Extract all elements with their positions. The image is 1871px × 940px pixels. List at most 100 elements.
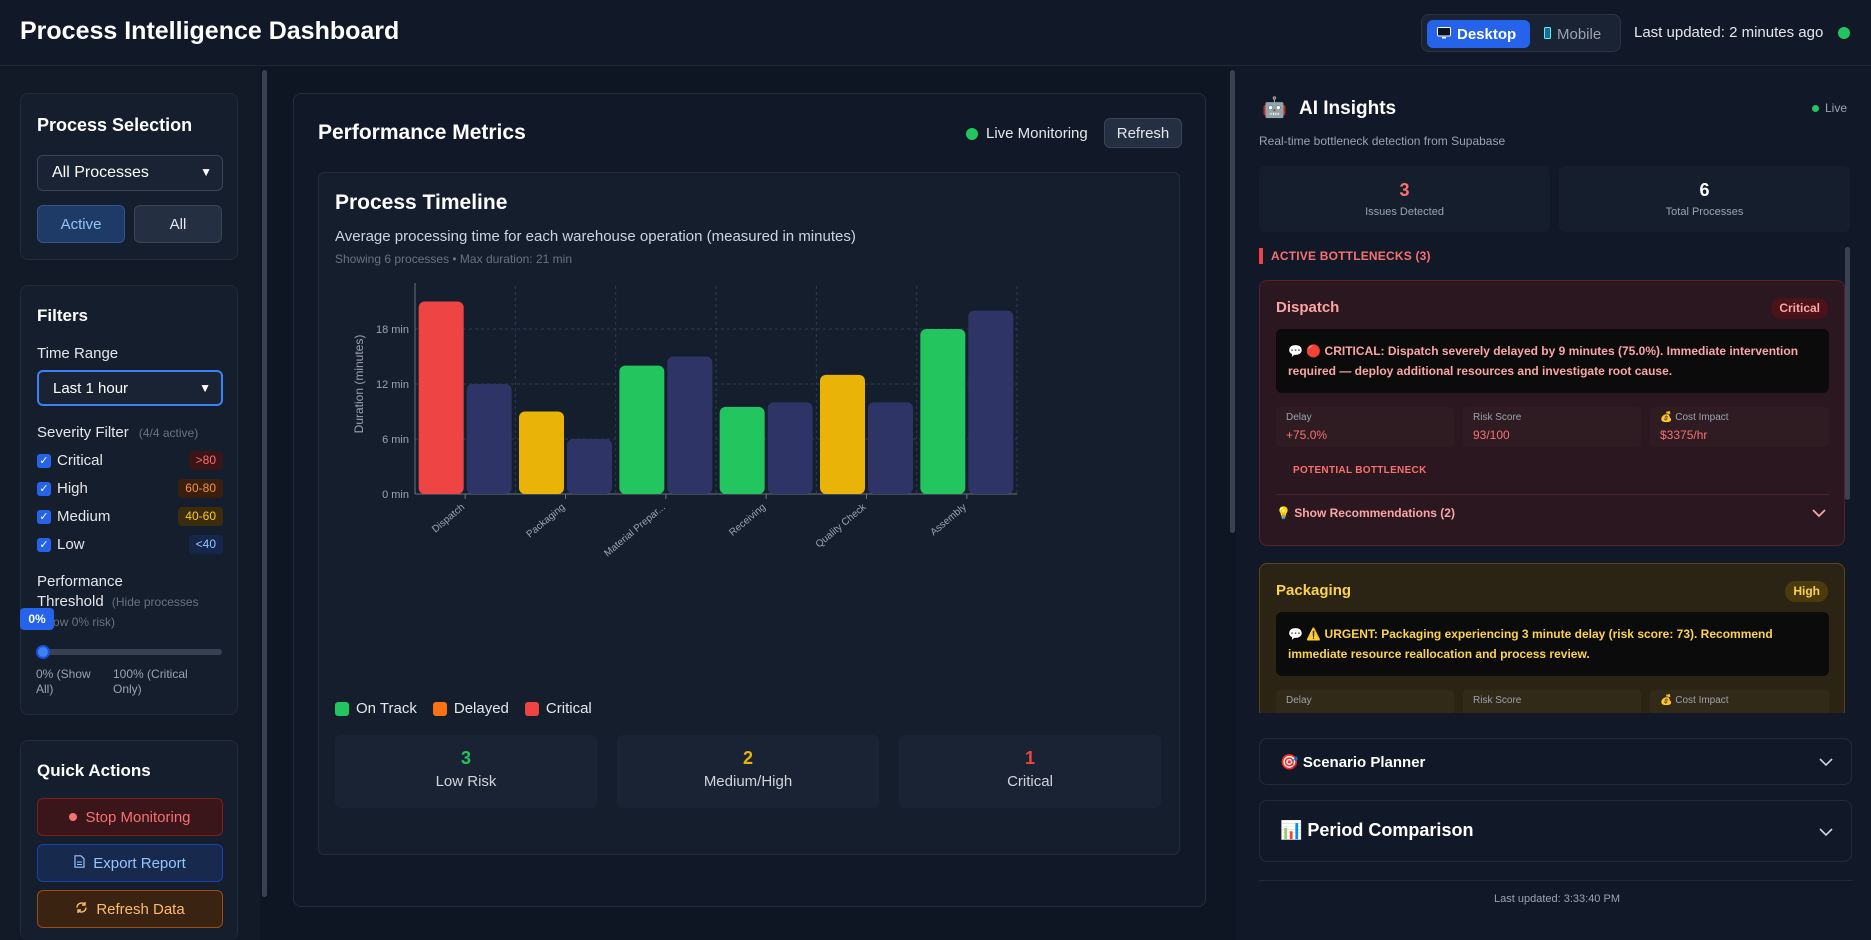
quick-actions-panel: Quick Actions Stop Monitoring Export Rep… (20, 740, 238, 940)
legend-item-on-track: On Track (335, 700, 417, 717)
severity-high-row[interactable]: ✓ High 60-80 (37, 479, 223, 499)
refresh-icon (75, 901, 88, 918)
severity-badge: High (1785, 581, 1828, 602)
bar-primary (719, 406, 765, 494)
file-icon (74, 854, 85, 872)
process-timeline-card: Process Timeline Average processing time… (318, 172, 1180, 855)
threshold-title-line2: Threshold (37, 593, 104, 610)
checkbox-low[interactable]: ✓ (37, 538, 51, 552)
issues-detected-value: 3 (1399, 180, 1410, 200)
ai-insights-title: AI Insights (1299, 98, 1397, 119)
ai-live-status: Live (1812, 101, 1847, 115)
summary-medium-high-label: Medium/High (703, 773, 793, 790)
issues-detected-stat: 3 Issues Detected (1259, 166, 1550, 232)
bottleneck-card-packaging: Packaging High 💬 ⚠️ URGENT: Packaging ex… (1259, 563, 1845, 713)
checkbox-medium[interactable]: ✓ (37, 510, 51, 524)
ai-live-label: Live (1825, 101, 1848, 115)
export-report-button[interactable]: Export Report (37, 844, 223, 882)
desktop-view-button[interactable]: Desktop (1427, 20, 1530, 48)
checkbox-critical[interactable]: ✓ (37, 454, 51, 468)
scenario-planner-label: 🎯 Scenario Planner (1280, 754, 1426, 771)
summary-low-risk: 3 Low Risk (335, 735, 597, 808)
x-tick-label: Receiving (727, 502, 768, 539)
period-comparison-label: 📊 Period Comparison (1280, 820, 1474, 840)
y-tick-label: 6 min (382, 434, 409, 446)
filters-title: Filters (37, 306, 89, 325)
card-divider (1276, 494, 1829, 495)
cost-impact-metric: 💰 Cost Impact (1650, 690, 1829, 713)
phone-icon (1544, 26, 1551, 43)
insights-scrollbar[interactable] (1845, 247, 1850, 500)
summary-low-risk-label: Low Risk (435, 773, 497, 790)
risk-score-metric: Risk Score 93/100 (1463, 407, 1641, 447)
stop-monitoring-button[interactable]: Stop Monitoring (37, 798, 223, 836)
mobile-view-button[interactable]: Mobile (1534, 20, 1619, 48)
refresh-data-button[interactable]: Refresh Data (37, 890, 223, 928)
footer-divider (1259, 880, 1852, 881)
threshold-hint-line1: (Hide processes (111, 595, 199, 609)
period-comparison-accordion[interactable]: 📊 Period Comparison (1259, 800, 1852, 862)
y-tick-label: 0 min (382, 489, 409, 501)
show-recommendations-toggle[interactable]: 💡 Show Recommendations (2) (1276, 506, 1455, 520)
time-range-label: Time Range (37, 345, 119, 362)
bar-secondary (466, 384, 512, 494)
risk-score-value: 93/100 (1473, 428, 1510, 442)
bottleneck-message: 💬 ⚠️ URGENT: Packaging experiencing 3 mi… (1276, 612, 1829, 676)
severity-medium-label: Medium (57, 508, 111, 525)
severity-critical-badge: >80 (188, 451, 223, 470)
severity-count: (4/4 active) (138, 426, 199, 440)
chevron-down-icon (1819, 824, 1833, 842)
checkbox-high[interactable]: ✓ (37, 482, 51, 496)
legend-item-critical: Critical (524, 700, 592, 717)
legend-label-on-track: On Track (356, 700, 417, 717)
legend-label-critical: Critical (545, 700, 592, 717)
potential-bottleneck-tag: POTENTIAL BOTTLENECK (1293, 465, 1427, 476)
bottleneck-list: Dispatch Critical 💬 🔴 CRITICAL: Dispatch… (1259, 280, 1845, 713)
ai-last-updated: Last updated: 3:33:40 PM (1494, 893, 1620, 905)
summary-critical-value: 1 (1024, 748, 1035, 768)
process-selection-title: Process Selection (37, 115, 193, 135)
severity-critical-row[interactable]: ✓ Critical >80 (37, 451, 223, 471)
bar-secondary (667, 356, 713, 494)
monitor-icon (1437, 26, 1451, 43)
export-report-label: Export Report (93, 854, 186, 872)
bar-secondary (567, 439, 612, 494)
robot-icon: 🤖 (1262, 97, 1287, 119)
refresh-data-label: Refresh Data (96, 900, 185, 918)
issues-detected-label: Issues Detected (1365, 206, 1444, 218)
scenario-planner-accordion[interactable]: 🎯 Scenario Planner (1259, 738, 1852, 785)
severity-filter-title: Severity Filter (37, 424, 129, 441)
sidebar-scrollbar[interactable] (262, 70, 267, 897)
live-monitoring-status: Live Monitoring (966, 125, 1088, 142)
severity-medium-row[interactable]: ✓ Medium 40-60 (37, 507, 223, 527)
severity-low-row[interactable]: ✓ Low <40 (37, 535, 223, 555)
x-tick-label: Assembly (928, 502, 968, 538)
process-timeline-chart: 0 min6 min12 min18 min24 minDispatchPack… (352, 283, 1018, 559)
bar-secondary (968, 310, 1014, 494)
app-title: Process Intelligence Dashboard (20, 17, 400, 45)
x-tick-label: Material Prepar... (602, 502, 667, 559)
refresh-button[interactable]: Refresh (1104, 118, 1182, 148)
bar-secondary (767, 402, 813, 494)
timeline-subtitle: Showing 6 processes • Max duration: 21 m… (335, 252, 572, 266)
severity-high-badge: 60-80 (178, 479, 223, 498)
main-scrollbar[interactable] (1230, 70, 1235, 533)
bottleneck-card-dispatch: Dispatch Critical 💬 🔴 CRITICAL: Dispatch… (1259, 280, 1845, 546)
legend-swatch-on-track (335, 701, 349, 716)
chevron-down-icon: ▼ (200, 165, 212, 179)
total-processes-value: 6 (1699, 180, 1710, 200)
chevron-down-icon[interactable] (1812, 505, 1826, 521)
performance-metrics-title: Performance Metrics (318, 121, 526, 144)
time-range-select[interactable]: Last 1 hour ▼ (37, 370, 223, 406)
delay-metric: Delay +75.0% (1276, 407, 1454, 447)
bottleneck-name: Dispatch (1276, 299, 1340, 316)
desktop-view-label: Desktop (1457, 25, 1517, 43)
y-axis-label: Duration (minutes) (352, 335, 366, 434)
process-select-value: All Processes (52, 164, 149, 181)
process-select[interactable]: All Processes ▼ (37, 155, 223, 191)
risk-score-label: Risk Score (1473, 412, 1522, 423)
active-filter-button[interactable]: Active (37, 205, 125, 243)
all-filter-button[interactable]: All (134, 205, 222, 243)
cost-impact-label: 💰 Cost Impact (1660, 695, 1729, 706)
y-tick-label: 12 min (376, 379, 409, 391)
